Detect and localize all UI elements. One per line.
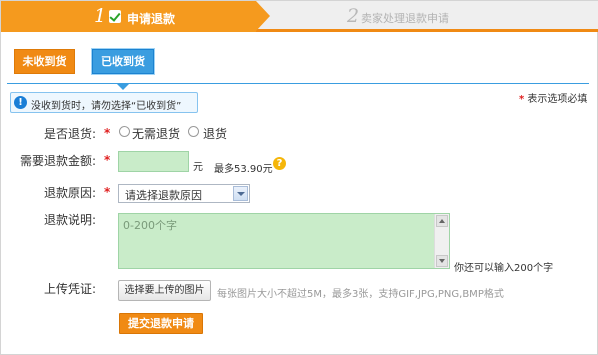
tab-not-received[interactable]: 未收到货 <box>14 49 75 74</box>
required-star: * <box>519 94 525 105</box>
remaining-chars-text: 你还可以输入200个字 <box>454 263 554 274</box>
required-note: * 表示选项必填 <box>519 90 587 105</box>
return-goods-label: 是否退货: <box>44 127 97 141</box>
notice-box: ! 没收到货时，请勿选择“已收到货” <box>10 92 198 113</box>
upload-tip: 每张图片大小不超过5M，最多3张，支持GIF,JPG,PNG,BMP格式 <box>217 289 504 300</box>
help-icon[interactable]: ? <box>273 157 286 170</box>
radio-return[interactable] <box>188 126 199 137</box>
refund-form-panel: 1 申请退款 2 卖家处理退款申请 未收到货 已收到货 ! 没收到货时，请勿选择… <box>0 0 598 355</box>
step-bar: 1 申请退款 2 卖家处理退款申请 <box>1 1 598 32</box>
refund-description-textarea[interactable]: 0-200个字 <box>118 213 450 269</box>
upload-label: 上传凭证: <box>44 282 97 296</box>
scroll-up-icon[interactable] <box>436 215 448 227</box>
refund-amount-input[interactable] <box>118 151 189 172</box>
refund-reason-value: 请选择退款原因 <box>125 189 202 202</box>
step-arrow <box>256 1 270 31</box>
info-icon: ! <box>14 96 27 109</box>
refund-amount-label: 需要退款金额: <box>20 154 97 168</box>
notice-text: 没收到货时，请勿选择“已收到货” <box>31 101 182 112</box>
refund-reason-label: 退款原因: <box>44 186 97 200</box>
radio-no-return[interactable] <box>119 126 130 137</box>
textarea-scrollbar[interactable] <box>434 214 449 268</box>
step-2-label: 卖家处理退款申请 <box>361 12 449 25</box>
return-goods-required: * <box>104 126 111 140</box>
refund-amount-max: 最多53.90元 <box>214 164 273 175</box>
refund-amount-required: * <box>104 153 111 167</box>
step-2-number: 2 <box>347 5 360 27</box>
tab-received[interactable]: 已收到货 <box>92 49 154 74</box>
refund-description-placeholder: 0-200个字 <box>123 219 177 232</box>
upload-image-button[interactable]: 选择要上传的图片 <box>118 280 211 301</box>
scroll-down-icon[interactable] <box>436 255 448 267</box>
check-icon <box>109 10 121 23</box>
refund-reason-required: * <box>104 185 111 199</box>
step-1-label: 申请退款 <box>127 12 176 26</box>
step-1-number: 1 <box>94 5 107 27</box>
required-note-text: 表示选项必填 <box>527 94 588 105</box>
submit-refund-button[interactable]: 提交退款申请 <box>119 313 203 334</box>
refund-description-label: 退款说明: <box>44 213 97 227</box>
refund-reason-select[interactable]: 请选择退款原因 <box>118 184 250 203</box>
radio-return-label[interactable]: 退货 <box>203 125 227 142</box>
tab-pointer <box>117 84 129 90</box>
radio-no-return-label[interactable]: 无需退货 <box>132 125 180 142</box>
refund-amount-unit: 元 <box>193 162 203 173</box>
step-1: 1 申请退款 <box>1 1 256 32</box>
tab-divider <box>7 83 589 84</box>
chevron-down-icon[interactable] <box>233 186 248 201</box>
